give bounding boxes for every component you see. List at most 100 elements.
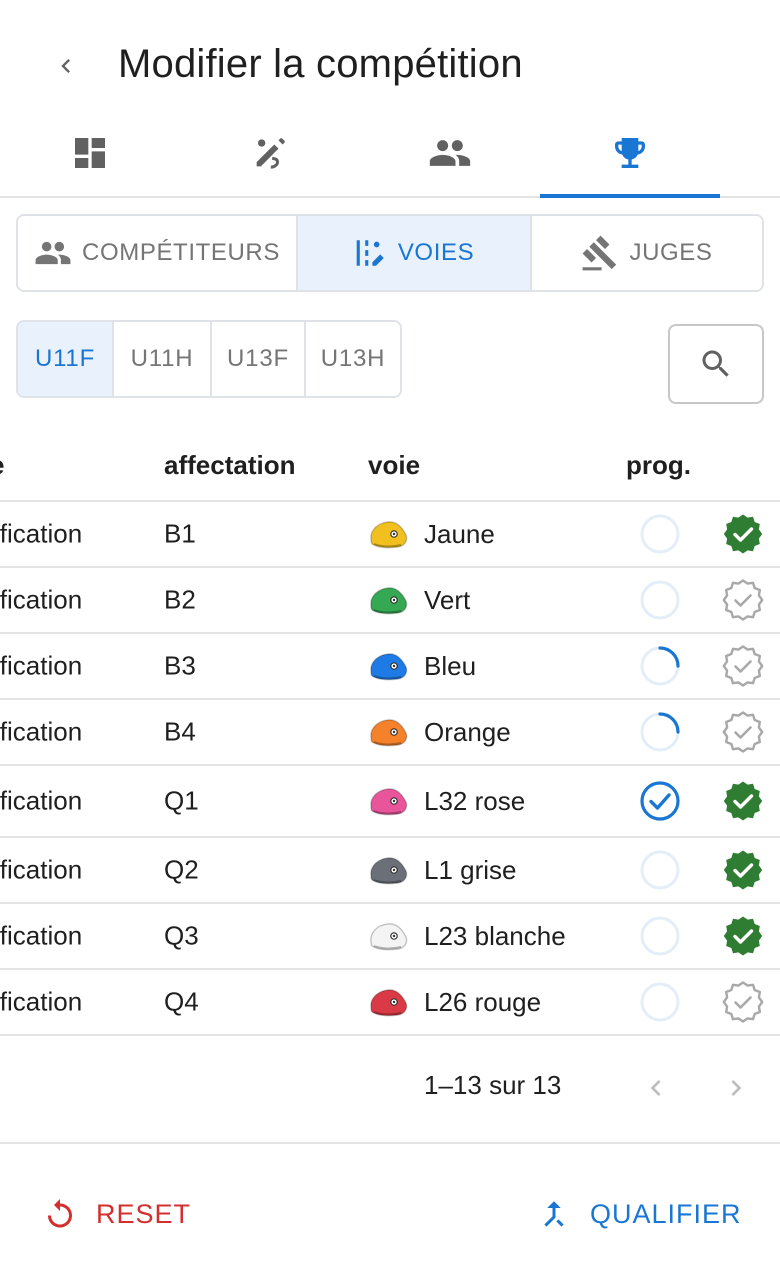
verified-icon <box>723 850 763 890</box>
affectation-cell: Q3 <box>164 920 199 951</box>
phase-cell: ification <box>0 920 83 951</box>
tab-dashboard[interactable] <box>0 110 180 196</box>
verified-icon <box>723 916 763 956</box>
progress-indicator[interactable] <box>638 710 682 754</box>
phase-cell: ification <box>0 584 83 615</box>
progress-indicator[interactable] <box>638 848 682 892</box>
voie-cell: L1 grise <box>368 853 517 887</box>
progress-ring-icon <box>640 712 680 752</box>
progress-ring-icon <box>640 982 680 1022</box>
table-header: e affectation voie prog. <box>0 430 780 502</box>
tab-results[interactable] <box>540 110 720 198</box>
segment-routes[interactable]: VOIES <box>296 216 530 290</box>
category-chip[interactable]: U11F <box>18 322 112 396</box>
progress-indicator[interactable] <box>638 512 682 556</box>
progress-indicator[interactable] <box>638 914 682 958</box>
category-chip[interactable]: U13F <box>210 322 304 396</box>
voie-name: L23 blanche <box>424 920 566 951</box>
voie-name: Bleu <box>424 650 477 681</box>
page-title: Modifier la compétition <box>118 42 523 86</box>
affectation-cell: B1 <box>164 518 196 549</box>
phase-cell: ification <box>0 986 83 1017</box>
voie-name: Vert <box>424 584 471 615</box>
verified-icon <box>723 514 763 554</box>
segment-competitors[interactable]: COMPÉTITEURS <box>18 216 296 290</box>
chevron-left-icon <box>650 1080 661 1096</box>
voie-name: L1 grise <box>424 854 517 885</box>
segment-competitors-label: COMPÉTITEURS <box>82 239 280 266</box>
reset-label: RESET <box>96 1198 192 1229</box>
tab-people[interactable] <box>360 110 540 196</box>
chevron-right-icon <box>731 1080 742 1096</box>
progress-indicator[interactable] <box>638 779 682 823</box>
qualify-button[interactable]: QUALIFIER <box>536 1190 742 1238</box>
category-filter: U11F U11H U13F U13H <box>16 320 402 398</box>
affectation-cell: Q1 <box>164 785 199 816</box>
voie-name: L26 rouge <box>424 986 542 1017</box>
table-row[interactable]: ification B3 Bleu <box>0 634 780 700</box>
merge-icon <box>544 1201 564 1227</box>
voie-cell: L26 rouge <box>368 985 541 1019</box>
validation-toggle[interactable] <box>722 579 764 621</box>
footer-divider <box>0 1142 780 1144</box>
affectation-cell: B4 <box>164 716 196 747</box>
voie-name: Orange <box>424 716 511 747</box>
table-row[interactable]: ification B4 Orange <box>0 700 780 766</box>
column-header-phase: e <box>0 450 4 481</box>
segment-judges-label: JUGES <box>629 239 713 266</box>
table-row[interactable]: ification B2 Vert <box>0 568 780 634</box>
validation-toggle[interactable] <box>722 849 764 891</box>
pagination: 1–13 sur 13 <box>0 1050 780 1122</box>
reset-button[interactable]: RESET <box>42 1190 191 1238</box>
verified-icon <box>723 781 763 821</box>
people-icon <box>429 140 471 166</box>
progress-done-icon <box>640 781 680 821</box>
back-button[interactable] <box>48 48 84 84</box>
validation-toggle[interactable] <box>722 645 764 687</box>
validation-toggle[interactable] <box>722 711 764 753</box>
table-row[interactable]: ification Q3 L23 blanche <box>0 904 780 970</box>
routes-table: e affectation voie prog. ification B1 Jaun… <box>0 430 780 1036</box>
previous-page-button[interactable] <box>636 1068 676 1108</box>
progress-indicator[interactable] <box>638 980 682 1024</box>
people-icon <box>35 241 71 265</box>
routes-icon <box>356 240 384 266</box>
unverified-icon <box>722 579 764 621</box>
search-button[interactable] <box>668 324 764 404</box>
column-header-prog: prog. <box>626 450 691 480</box>
progress-ring-icon <box>640 646 680 686</box>
voie-cell: Vert <box>368 583 470 617</box>
category-chip[interactable]: U13H <box>304 322 400 396</box>
search-icon <box>702 350 729 377</box>
validation-toggle[interactable] <box>722 981 764 1023</box>
table-row[interactable]: ification Q2 L1 grise <box>0 838 780 904</box>
table-row[interactable]: ification B1 Jaune <box>0 502 780 568</box>
climbing-hold-icon <box>370 521 408 549</box>
table-row[interactable]: ification Q1 L32 rose <box>0 766 780 838</box>
section-switcher: COMPÉTITEURS VOIES JUGES <box>16 214 764 292</box>
progress-indicator[interactable] <box>638 644 682 688</box>
app-header: Modifier la compétition <box>0 0 780 120</box>
qualify-label: QUALIFIER <box>590 1198 742 1229</box>
validation-toggle[interactable] <box>722 915 764 957</box>
progress-indicator[interactable] <box>638 578 682 622</box>
validation-toggle[interactable] <box>722 513 764 555</box>
table-row[interactable]: ification Q4 L26 rouge <box>0 970 780 1036</box>
voie-cell: Jaune <box>368 517 495 551</box>
affectation-cell: B2 <box>164 584 196 615</box>
climbing-hold-icon <box>370 923 408 951</box>
climbing-hold-icon <box>370 653 408 681</box>
restart-icon <box>48 1199 72 1228</box>
table-body: ification B1 Jaune ification B2 Vert ification… <box>0 502 780 1036</box>
climbing-hold-icon <box>370 857 408 885</box>
category-chip[interactable]: U11H <box>112 322 210 396</box>
tab-routes[interactable] <box>180 110 360 196</box>
trophy-icon <box>615 138 645 168</box>
validation-toggle[interactable] <box>722 780 764 822</box>
segment-judges[interactable]: JUGES <box>530 216 762 290</box>
gavel-icon <box>583 235 617 271</box>
progress-ring-icon <box>640 514 680 554</box>
affectation-cell: Q2 <box>164 854 199 885</box>
next-page-button[interactable] <box>716 1068 756 1108</box>
segment-routes-label: VOIES <box>397 239 475 266</box>
